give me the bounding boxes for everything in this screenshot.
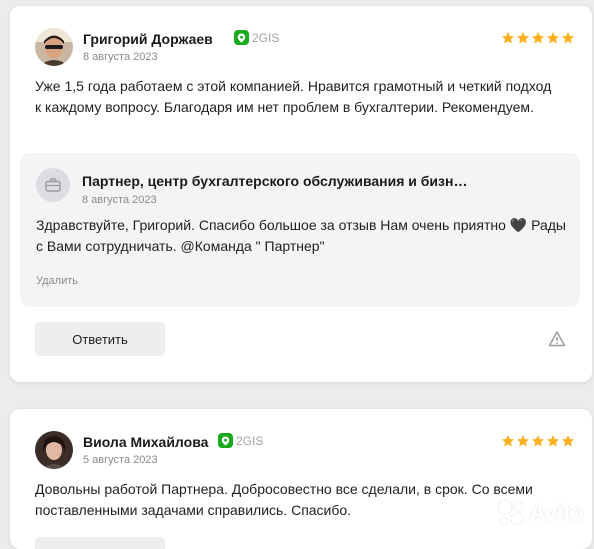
2gis-icon bbox=[218, 433, 233, 448]
avito-logo-icon bbox=[497, 499, 524, 526]
review-header: Григорий Доржаев 2GIS 8 августа 2023 bbox=[35, 28, 575, 68]
star-icon bbox=[531, 435, 545, 447]
delete-reply-link[interactable]: Удалить bbox=[36, 275, 78, 287]
author-name[interactable]: Виола Михайлова bbox=[83, 434, 208, 450]
review-source: 2GIS bbox=[234, 30, 279, 45]
review-date: 8 августа 2023 bbox=[83, 51, 158, 63]
reply-company-name[interactable]: Партнер, центр бухгалтерского обслуживан… bbox=[82, 173, 467, 189]
star-icon bbox=[516, 435, 530, 447]
source-label: 2GIS bbox=[252, 30, 280, 45]
company-reply: Партнер, центр бухгалтерского обслуживан… bbox=[20, 153, 580, 307]
watermark-text: Avito bbox=[529, 500, 584, 525]
star-icon bbox=[546, 32, 560, 44]
review-source: 2GIS bbox=[218, 433, 263, 448]
review-card: Григорий Доржаев 2GIS 8 августа 2023 Уже… bbox=[10, 6, 592, 382]
avatar bbox=[35, 28, 73, 66]
warning-icon[interactable] bbox=[548, 330, 566, 348]
review-header: Виола Михайлова 2GIS 5 августа 2023 bbox=[35, 431, 575, 471]
briefcase-icon bbox=[36, 168, 70, 202]
reply-date: 8 августа 2023 bbox=[82, 194, 157, 206]
star-icon bbox=[501, 435, 515, 447]
star-icon bbox=[546, 435, 560, 447]
star-icon bbox=[561, 32, 575, 44]
review-date: 5 августа 2023 bbox=[83, 454, 158, 466]
star-icon bbox=[531, 32, 545, 44]
avito-watermark: Avito bbox=[496, 498, 584, 528]
source-label: 2GIS bbox=[236, 433, 264, 448]
author-name[interactable]: Григорий Доржаев bbox=[83, 31, 213, 47]
reply-text: Здравствуйте, Григорий. Спасибо большое … bbox=[36, 217, 566, 254]
review-text: Уже 1,5 года работаем с этой компанией. … bbox=[35, 78, 552, 115]
rating-stars bbox=[501, 31, 575, 45]
review-card: Виола Михайлова 2GIS 5 августа 2023 Дово… bbox=[10, 409, 592, 549]
reply-button[interactable]: Ответить bbox=[35, 322, 165, 356]
review-text: Довольны работой Партнера. Добросовестно… bbox=[35, 481, 533, 518]
rating-stars bbox=[501, 434, 575, 448]
star-icon bbox=[561, 435, 575, 447]
avatar bbox=[35, 431, 73, 469]
reply-button[interactable] bbox=[35, 537, 165, 549]
star-icon bbox=[501, 32, 515, 44]
2gis-icon bbox=[234, 30, 249, 45]
star-icon bbox=[516, 32, 530, 44]
